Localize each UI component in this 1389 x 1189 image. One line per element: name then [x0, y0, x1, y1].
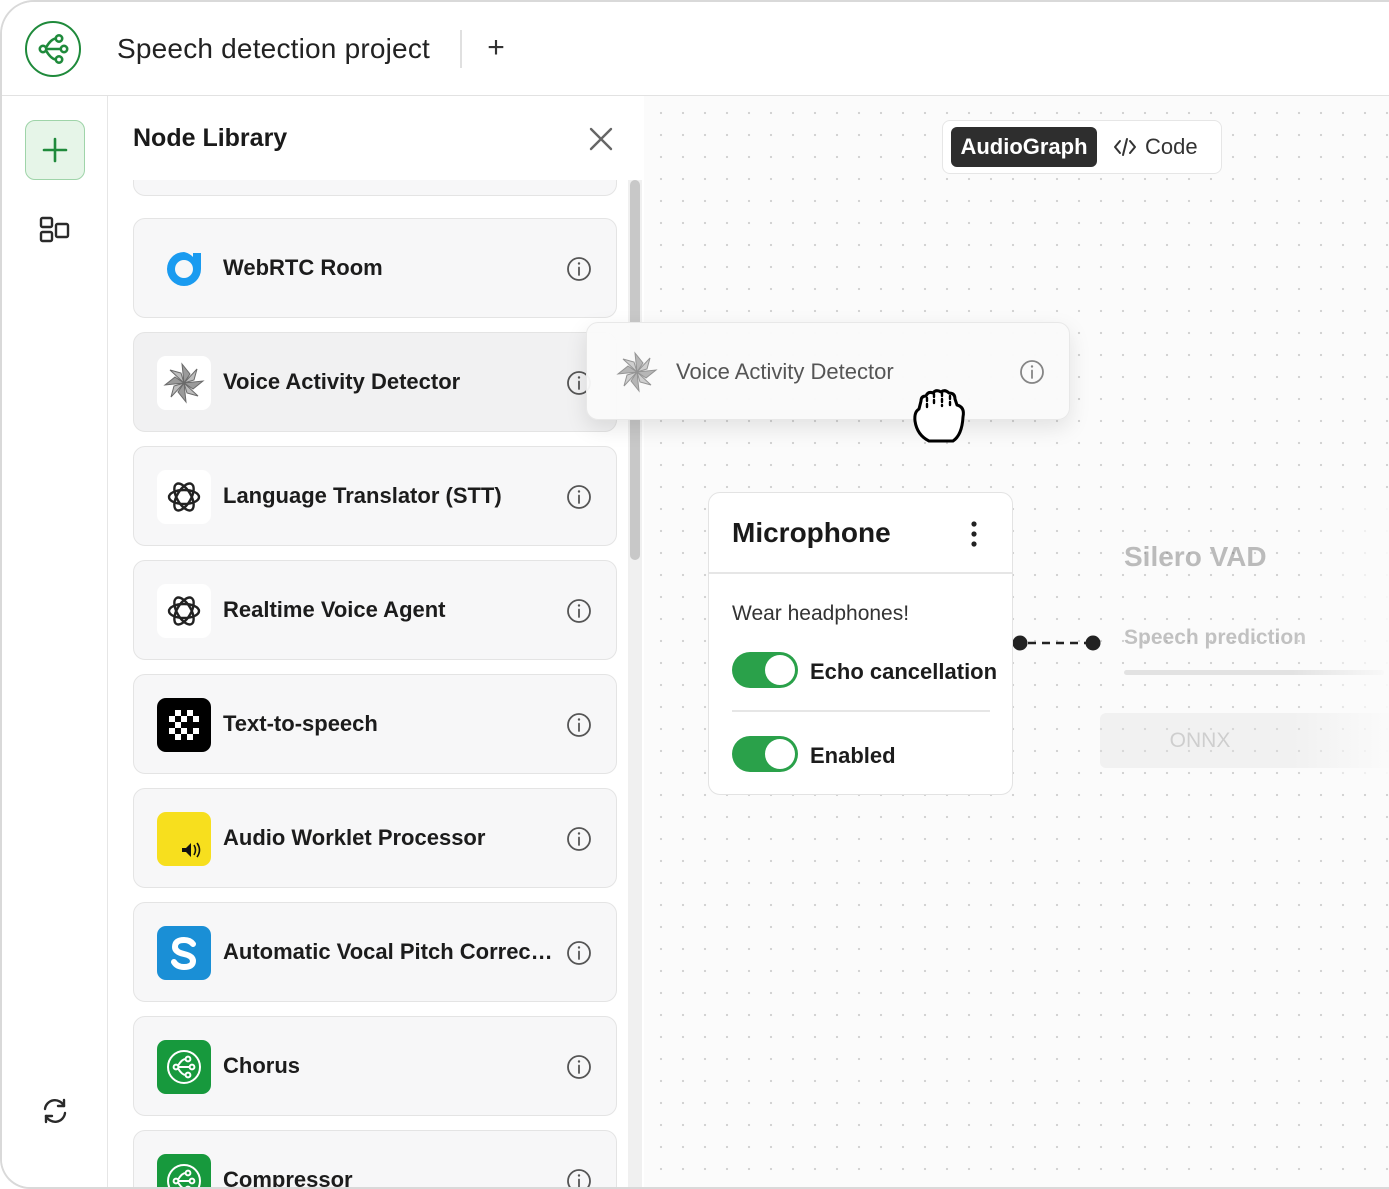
toggle-label: Enabled: [810, 743, 896, 768]
audiograph-icon: [157, 1040, 211, 1094]
list-item-partial[interactable]: [133, 180, 617, 196]
close-icon[interactable]: [586, 124, 616, 154]
view-switcher: AudioGraph Code: [942, 120, 1222, 174]
item-label: Language Translator (STT): [223, 483, 502, 508]
code-label: Code: [1145, 134, 1198, 159]
node-title: Microphone: [732, 517, 891, 548]
sync-icon[interactable]: [40, 1096, 70, 1126]
header-divider: [460, 30, 462, 68]
info-icon[interactable]: [566, 256, 592, 282]
edge-connector[interactable]: [1010, 630, 1102, 656]
node-output-label: Speech prediction: [1124, 626, 1307, 649]
info-icon[interactable]: [566, 826, 592, 852]
item-label: Text-to-speech: [223, 711, 378, 736]
item-label: Realtime Voice Agent: [223, 597, 446, 622]
info-icon[interactable]: [566, 598, 592, 624]
item-label: Compressor: [223, 1167, 353, 1189]
s-icon: [157, 926, 211, 980]
add-tab-button[interactable]: +: [480, 32, 512, 66]
openai-icon: [157, 584, 211, 638]
more-vertical-icon[interactable]: [967, 519, 981, 549]
speaker-icon: [157, 812, 211, 866]
pinwheel-icon: [157, 356, 211, 410]
node-note: Wear headphones!: [732, 602, 910, 625]
library-title: Node Library: [133, 124, 288, 152]
audiograph-icon: [157, 1154, 211, 1187]
info-icon[interactable]: [566, 1054, 592, 1080]
webrtc-icon: [157, 242, 211, 296]
item-label: Audio Worklet Processor: [223, 825, 486, 850]
tts-icon: [157, 698, 211, 752]
item-label: Automatic Vocal Pitch Correct...: [223, 939, 553, 964]
item-label: Voice Activity Detector: [223, 369, 461, 394]
node-title: Silero VAD: [1124, 541, 1267, 572]
item-label: Chorus: [223, 1053, 300, 1078]
openai-icon: [157, 470, 211, 524]
toggle-label: Echo cancellation: [810, 659, 998, 684]
project-title[interactable]: Speech detection project: [117, 33, 430, 65]
info-icon[interactable]: [566, 940, 592, 966]
node-library-panel: Node Library WebRTC Room Voice Activity …: [108, 96, 644, 1189]
library-item-audio-worklet-processor[interactable]: Audio Worklet Processor: [133, 788, 617, 888]
library-item-chorus[interactable]: Chorus: [133, 1016, 617, 1116]
library-item-webrtc-room[interactable]: WebRTC Room: [133, 218, 617, 318]
dragged-node-label: Voice Activity Detector: [676, 359, 894, 384]
grab-cursor-icon: [913, 389, 965, 443]
library-icon[interactable]: [39, 216, 71, 244]
library-item-compressor[interactable]: Compressor: [133, 1130, 617, 1189]
code-icon: [1114, 138, 1136, 156]
library-item-voice-activity-detector[interactable]: Voice Activity Detector: [133, 332, 617, 432]
tab-code[interactable]: Code: [1113, 127, 1198, 167]
top-bar: Speech detection project +: [2, 2, 1389, 96]
echo-cancellation-toggle[interactable]: [732, 652, 798, 688]
library-item-language-translator[interactable]: Language Translator (STT): [133, 446, 617, 546]
library-item-vocal-pitch-correction[interactable]: Automatic Vocal Pitch Correct...: [133, 902, 617, 1002]
plus-icon: [42, 137, 68, 163]
microphone-node[interactable]: Microphone Wear headphones! Echo cancell…: [708, 492, 1013, 795]
library-list: WebRTC Room Voice Activity Detector Lang…: [108, 180, 644, 1189]
tab-audiograph[interactable]: AudioGraph: [951, 127, 1097, 167]
pinwheel-icon: [610, 345, 664, 399]
enabled-toggle[interactable]: [732, 736, 798, 772]
left-rail: [2, 96, 108, 1187]
app-window: Speech detection project + Node Library: [0, 0, 1389, 1189]
dragged-node-preview[interactable]: Voice Activity Detector: [586, 322, 1070, 420]
info-icon: [1020, 360, 1044, 384]
add-node-button[interactable]: [25, 120, 85, 180]
library-item-text-to-speech[interactable]: Text-to-speech: [133, 674, 617, 774]
info-icon[interactable]: [566, 484, 592, 510]
divider: [709, 572, 1012, 574]
onnx-label: ONNX: [1169, 729, 1231, 752]
app-logo-icon[interactable]: [25, 21, 81, 77]
info-icon[interactable]: [566, 1168, 592, 1189]
info-icon[interactable]: [566, 712, 592, 738]
divider: [732, 710, 990, 712]
edge-fade: [1292, 502, 1389, 792]
item-label: WebRTC Room: [223, 255, 383, 280]
library-item-realtime-voice-agent[interactable]: Realtime Voice Agent: [133, 560, 617, 660]
